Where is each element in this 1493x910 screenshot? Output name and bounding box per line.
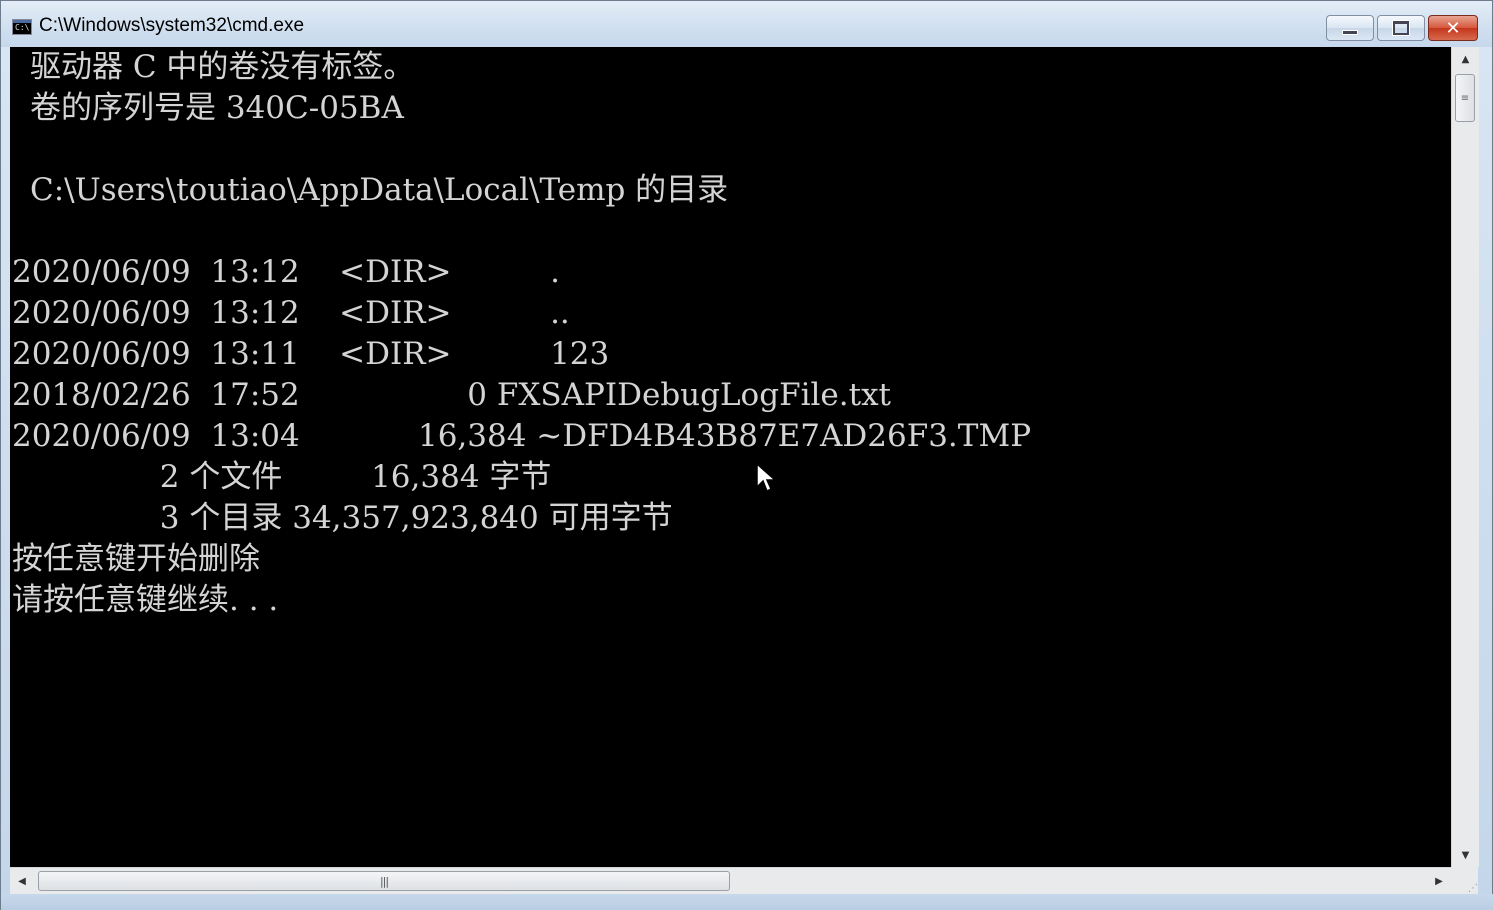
close-icon: ✕: [1445, 17, 1461, 39]
maximize-button[interactable]: [1377, 15, 1425, 41]
dir-summary: 3 个目录 34,357,923,840 可用字节: [12, 500, 673, 536]
dir-entry: 2020/06/09 13:11 <DIR> 123: [12, 336, 610, 372]
minimize-icon: [1343, 30, 1357, 34]
vertical-scrollbar[interactable]: ▲ ≡ ▼: [1451, 47, 1479, 867]
dir-entry: 2020/06/09 13:12 <DIR> .: [12, 254, 560, 290]
minimize-button[interactable]: [1326, 15, 1374, 41]
cmd-icon[interactable]: C:\: [12, 19, 32, 35]
file-summary: 2 个文件 16,384 字节: [12, 459, 552, 495]
window-title: C:\Windows\system32\cmd.exe: [39, 15, 305, 36]
dir-entry: 2018/02/26 17:52 0 FXSAPIDebugLogFile.tx…: [12, 377, 892, 413]
horizontal-scroll-thumb[interactable]: |||: [38, 871, 730, 891]
close-button[interactable]: ✕: [1428, 15, 1478, 41]
console-line: 按任意键开始删除: [12, 541, 260, 577]
vertical-scroll-thumb[interactable]: ≡: [1455, 74, 1475, 122]
maximize-icon: [1393, 21, 1409, 35]
window-bottom-border: [1, 894, 1493, 910]
mouse-pointer-icon: [756, 463, 777, 493]
horizontal-scrollbar[interactable]: ◀ ||| ▶: [10, 867, 1451, 895]
resize-grip-icon[interactable]: ⋰: [1451, 867, 1478, 894]
scroll-up-button[interactable]: ▲: [1452, 47, 1479, 71]
scroll-left-button[interactable]: ◀: [10, 868, 34, 895]
scroll-right-button[interactable]: ▶: [1427, 868, 1451, 895]
console-line: 卷的序列号是 340C-05BA: [30, 90, 404, 126]
scroll-down-button[interactable]: ▼: [1452, 843, 1479, 867]
cmd-icon-text: C:\: [15, 23, 30, 32]
console-line: C:\Users\toutiao\AppData\Local\Temp 的目录: [30, 172, 729, 208]
console-line: 驱动器 C 中的卷没有标签。: [30, 49, 415, 85]
dir-entry: 2020/06/09 13:12 <DIR> ..: [12, 295, 570, 331]
console-prompt: 请按任意键继续. . .: [12, 582, 279, 618]
console-output[interactable]: 驱动器 C 中的卷没有标签。 卷的序列号是 340C-05BA C:\Users…: [10, 47, 1451, 867]
cmd-window: C:\ C:\Windows\system32\cmd.exe ✕ 驱动器 C …: [0, 0, 1493, 910]
dir-entry: 2020/06/09 13:04 16,384 ~DFD4B43B87E7AD2…: [12, 418, 1032, 454]
caption-buttons: ✕: [1323, 15, 1478, 41]
title-bar[interactable]: C:\ C:\Windows\system32\cmd.exe ✕: [1, 1, 1492, 47]
